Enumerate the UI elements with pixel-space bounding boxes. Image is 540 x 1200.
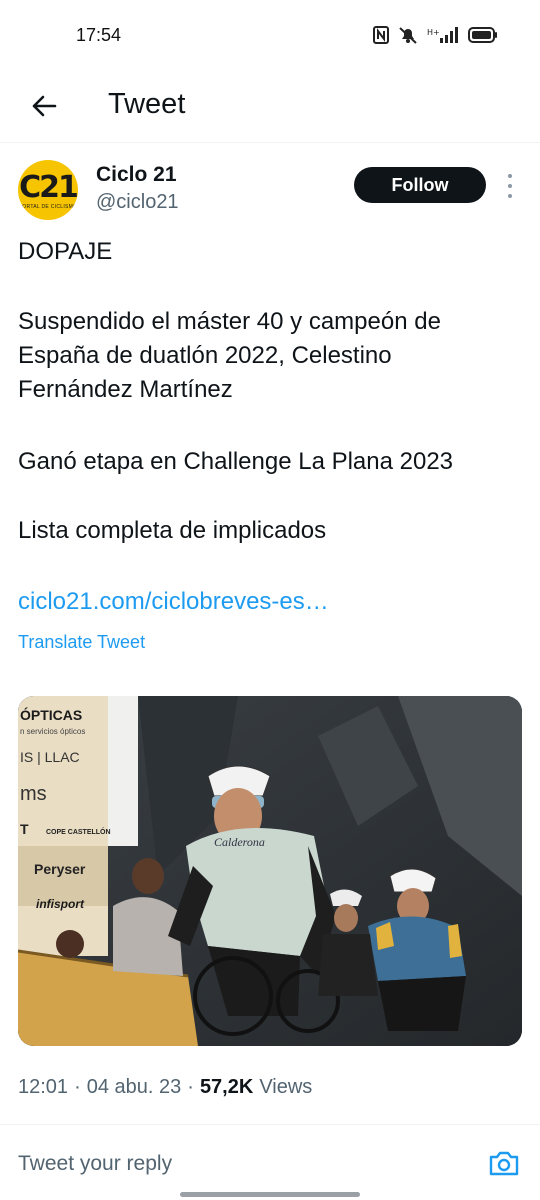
sign-text: ÓPTICAS — [20, 706, 82, 723]
sign-text: n servicios ópticos — [20, 727, 85, 736]
home-indicator — [180, 1192, 360, 1197]
tweet-image[interactable]: ÓPTICAS n servicios ópticos IS | LLAC ms… — [18, 696, 522, 1046]
follow-button[interactable]: Follow — [354, 167, 486, 203]
avatar-logo: C21 — [19, 170, 78, 205]
signal-icon: H+ — [427, 26, 459, 49]
tweet-link[interactable]: ciclo21.com/ciclobreves-es… — [18, 588, 329, 616]
page-title: Tweet — [108, 88, 186, 120]
sign-text: ms — [20, 783, 47, 805]
sign-text: COPE CASTELLÓN — [46, 827, 111, 836]
tweet-paragraph: Suspendido el máster 40 y campeón de Esp… — [18, 308, 441, 403]
camera-icon — [489, 1151, 519, 1176]
back-button[interactable] — [24, 86, 64, 126]
sign-text: infisport — [36, 897, 85, 911]
tweet-date: 04 abu. 23 — [86, 1076, 182, 1098]
views-count[interactable]: 57,2K — [200, 1076, 253, 1099]
divider — [0, 1124, 540, 1125]
jersey-text: Calderona — [214, 835, 265, 849]
mute-icon — [398, 26, 418, 49]
translate-tweet-link[interactable]: Translate Tweet — [18, 632, 145, 653]
camera-button[interactable] — [488, 1148, 520, 1178]
tweet-time: 12:01 — [18, 1076, 69, 1098]
header: Tweet — [0, 72, 540, 143]
avatar[interactable]: C21 PORTAL DE CICLISMO — [18, 160, 78, 220]
battery-icon — [468, 27, 498, 48]
sign-text: IS | LLAC — [20, 749, 80, 765]
author-display-name[interactable]: Ciclo 21 — [96, 163, 177, 187]
tweet-paragraph: Lista completa de implicados — [18, 517, 327, 544]
more-options-icon[interactable] — [504, 174, 516, 198]
cyclists-photo: ÓPTICAS n servicios ópticos IS | LLAC ms… — [18, 696, 522, 1046]
status-icons: H+ — [373, 26, 498, 49]
sign-text: T — [20, 821, 29, 837]
meta-separator: · — [187, 1076, 194, 1098]
status-time: 17:54 — [76, 25, 122, 45]
tweet-meta: 12:01 · 04 abu. 23 · 57,2K Views — [18, 1076, 312, 1099]
views-label[interactable]: Views — [259, 1076, 312, 1099]
sign-text: Peryser — [34, 861, 86, 877]
arrow-left-icon — [32, 95, 57, 117]
tweet-paragraph: Ganó etapa en Challenge La Plana 2023 — [18, 448, 454, 475]
author-handle[interactable]: @ciclo21 — [96, 191, 179, 214]
reply-input[interactable] — [18, 1148, 458, 1180]
status-bar: 17:54 H+ — [0, 0, 540, 72]
svg-text:H+: H+ — [427, 28, 440, 37]
meta-separator: · — [74, 1076, 81, 1098]
tweet-paragraph: DOPAJE — [18, 238, 113, 265]
avatar-subtext: PORTAL DE CICLISMO — [18, 204, 78, 210]
nfc-icon — [373, 26, 389, 49]
